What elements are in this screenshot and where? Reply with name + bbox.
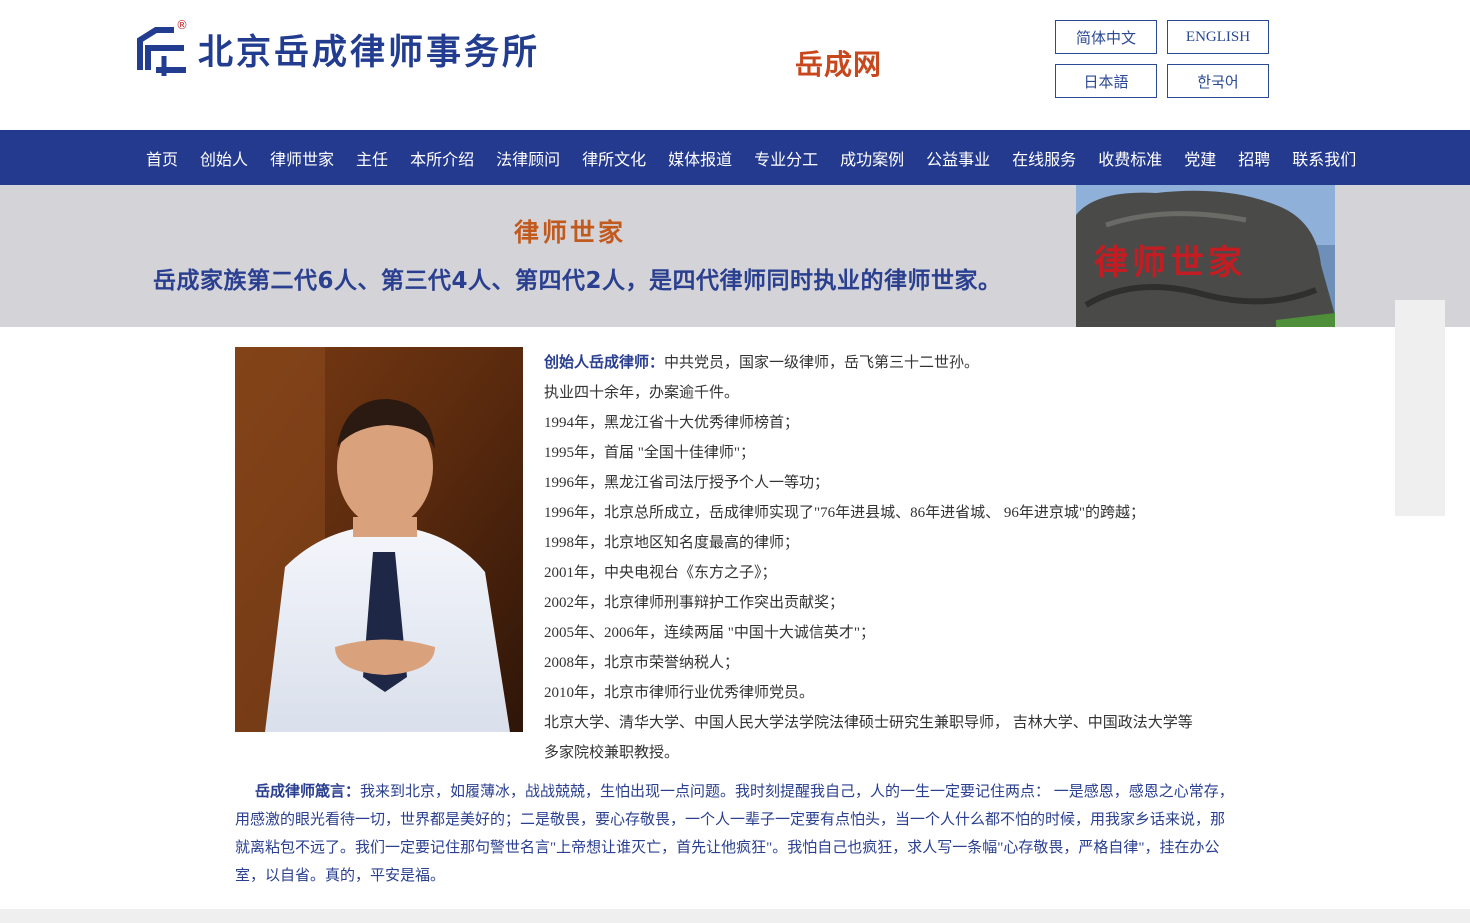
nav-item-contact[interactable]: 联系我们 <box>1281 146 1367 170</box>
side-float-panel[interactable] <box>1395 300 1445 516</box>
bio-line: 2001年，中央电视台《东方之子》； <box>544 565 777 581</box>
bio-line: 1996年，北京总所成立，岳成律师实现了"76年进县城、86年进省城、 96年进… <box>544 505 1145 521</box>
sub-brand-logo[interactable]: 岳成网 <box>795 43 882 83</box>
lang-japanese-button[interactable]: 日本語 <box>1055 64 1157 98</box>
nav-item-party[interactable]: 党建 <box>1173 146 1227 170</box>
nav-item-director[interactable]: 主任 <box>345 146 399 170</box>
bio-line: 1996年，黑龙江省司法厅授予个人一等功； <box>544 475 830 491</box>
nav-item-fees[interactable]: 收费标准 <box>1087 146 1173 170</box>
banner-title: 律师世家 <box>514 218 627 247</box>
founder-bio: 创始人岳成律师：中共党员，国家一级律师，岳飞第三十二世孙。 执业四十余年，办案逾… <box>544 347 1204 768</box>
stone-inscription: 律师世家 <box>1094 243 1246 283</box>
founder-motto: 岳成律师箴言：我来到北京，如履薄冰，战战兢兢，生怕出现一点问题。我时刻提醒我自己… <box>235 777 1235 890</box>
nav-item-public-welfare[interactable]: 公益事业 <box>915 146 1001 170</box>
bio-line: 执业四十余年，办案逾千件。 <box>544 385 740 401</box>
lang-simplified-chinese-button[interactable]: 简体中文 <box>1055 20 1157 54</box>
nav-item-home[interactable]: 首页 <box>135 146 189 170</box>
registered-mark: ® <box>176 18 188 32</box>
lang-korean-button[interactable]: 한국어 <box>1167 64 1269 98</box>
bio-line: 2008年，北京市荣誉纳税人； <box>544 655 740 671</box>
main-nav: 首页 创始人 律师世家 主任 本所介绍 法律顾问 律所文化 媒体报道 专业分工 … <box>0 130 1470 185</box>
nav-item-legal-counsel[interactable]: 法律顾问 <box>485 146 571 170</box>
bio-line: 北京大学、清华大学、中国人民大学法学院法律硕士研究生兼职导师， 吉林大学、中国政… <box>544 715 1193 731</box>
bio-line: 2005年、2006年，连续两届 "中国十大诚信英才"； <box>544 625 875 641</box>
bio-line: 2010年，北京市律师行业优秀律师党员。 <box>544 685 815 701</box>
nav-item-cases[interactable]: 成功案例 <box>829 146 915 170</box>
bio-line: 1995年，首届 "全国十佳律师"； <box>544 445 755 461</box>
site-header: ® 北京岳成律师事务所 岳成网 简体中文 ENGLISH 日本語 한국어 <box>0 0 1470 130</box>
logo-text: 北京岳成律师事务所 <box>198 32 541 73</box>
founder-portrait <box>235 347 523 732</box>
motto-head-label: 岳成律师箴言： <box>255 782 361 800</box>
nav-item-culture[interactable]: 律所文化 <box>571 146 657 170</box>
bio-head-text: 中共党员，国家一级律师，岳飞第三十二世孙。 <box>664 355 980 371</box>
nav-item-media[interactable]: 媒体报道 <box>657 146 743 170</box>
bio-head-label: 创始人岳成律师： <box>544 353 665 371</box>
banner-subtitle: 岳成家族第二代6人、第三代4人、第四代2人，是四代律师同时执业的律师世家。 <box>153 268 1002 294</box>
banner-stone-image: 律师世家 <box>1076 185 1335 327</box>
nav-item-founder[interactable]: 创始人 <box>189 146 259 170</box>
bio-line: 1998年，北京地区知名度最高的律师； <box>544 535 800 551</box>
site-logo[interactable]: ® 北京岳成律师事务所 <box>134 18 540 80</box>
motto-text: 我来到北京，如履薄冰，战战兢兢，生怕出现一点问题。我时刻提醒我自己，人的一生一定… <box>235 784 1234 884</box>
footer-strip <box>0 909 1470 923</box>
bio-intro-line: 创始人岳成律师：中共党员，国家一级律师，岳飞第三十二世孙。 <box>544 347 1204 378</box>
nav-list: 首页 创始人 律师世家 主任 本所介绍 法律顾问 律所文化 媒体报道 专业分工 … <box>135 130 1367 185</box>
page-banner: 律师世家 岳成家族第二代6人、第三代4人、第四代2人，是四代律师同时执业的律师世… <box>0 185 1470 327</box>
logo-emblem-icon: ® <box>134 18 192 78</box>
bio-line: 1994年，黑龙江省十大优秀律师榜首； <box>544 415 800 431</box>
nav-item-about[interactable]: 本所介绍 <box>399 146 485 170</box>
nav-item-online-service[interactable]: 在线服务 <box>1001 146 1087 170</box>
nav-item-specialties[interactable]: 专业分工 <box>743 146 829 170</box>
lang-english-button[interactable]: ENGLISH <box>1167 20 1269 54</box>
bio-line: 2002年，北京律师刑事辩护工作突出贡献奖； <box>544 595 845 611</box>
nav-item-careers[interactable]: 招聘 <box>1227 146 1281 170</box>
bio-line: 多家院校兼职教授。 <box>544 745 680 761</box>
nav-item-lawyer-family[interactable]: 律师世家 <box>259 146 345 170</box>
